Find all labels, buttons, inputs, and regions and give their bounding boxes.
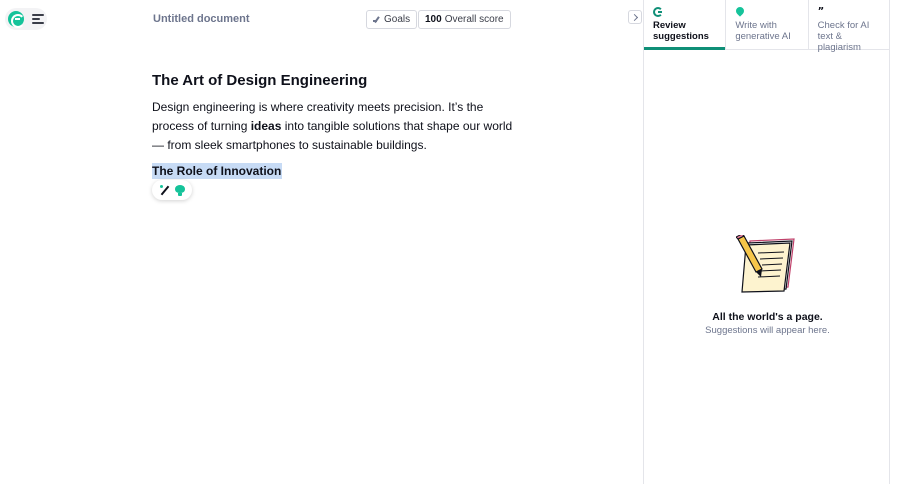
empty-state-title: All the world's a page.: [712, 311, 823, 323]
grammarly-logo-icon: [8, 11, 25, 28]
tab-label-line1: Review: [653, 20, 686, 31]
editor-area: Untitled document Goals 100 Overall scor…: [0, 0, 643, 484]
document-body[interactable]: The Art of Design Engineering Design eng…: [152, 72, 522, 180]
goals-icon: [373, 16, 380, 23]
panel-right-divider: [889, 0, 890, 484]
document-paragraph[interactable]: Design engineering is where creativity m…: [152, 98, 522, 155]
tab-label-line2: text & plagiarism: [817, 31, 861, 53]
document-title[interactable]: Untitled document: [153, 13, 250, 25]
paragraph-bold-word: ideas: [250, 119, 282, 133]
chevron-right-icon: [630, 13, 638, 21]
tab-label-line1: Write with: [735, 20, 777, 31]
tab-label-line1: Check for AI: [817, 20, 870, 31]
score-label: Overall score: [444, 14, 504, 25]
notepad-pencil-icon: [736, 235, 795, 293]
panel-tabs: Review suggestions Write with generative…: [644, 0, 890, 54]
grammarly-g-icon: [653, 7, 663, 17]
goals-label: Goals: [384, 14, 411, 25]
tab-review-suggestions[interactable]: Review suggestions: [644, 0, 727, 50]
selection-floating-toolbar: [152, 180, 192, 200]
ai-pin-icon: [734, 5, 746, 17]
assistant-side-panel: Review suggestions Write with generative…: [643, 0, 890, 484]
generative-ai-bulb-icon[interactable]: [174, 184, 185, 196]
score-value: 100: [425, 14, 442, 25]
goals-button[interactable]: Goals: [366, 10, 418, 29]
quote-icon: ”: [817, 6, 825, 17]
menu-icon: [32, 14, 44, 24]
tab-label: Check for AI text & plagiarism: [818, 20, 881, 53]
tab-label: Write with generative AI: [735, 20, 798, 42]
tab-label-line2: suggestions: [653, 31, 709, 42]
tab-label: Review suggestions: [653, 20, 716, 42]
empty-state-subtitle: Suggestions will appear here.: [705, 325, 830, 336]
collapse-panel-button[interactable]: [628, 10, 642, 24]
tab-label-line2: generative AI: [735, 31, 791, 42]
grammarly-menu-button[interactable]: [5, 8, 47, 30]
document-subheading-selected[interactable]: The Role of Innovation: [152, 163, 283, 179]
magic-wand-icon[interactable]: [159, 185, 170, 195]
tab-check-ai-plagiarism[interactable]: ” Check for AI text & plagiarism: [809, 0, 890, 54]
overall-score-button[interactable]: 100 Overall score: [418, 10, 511, 29]
tab-write-generative-ai[interactable]: Write with generative AI: [726, 0, 809, 49]
document-heading[interactable]: The Art of Design Engineering: [152, 72, 522, 90]
